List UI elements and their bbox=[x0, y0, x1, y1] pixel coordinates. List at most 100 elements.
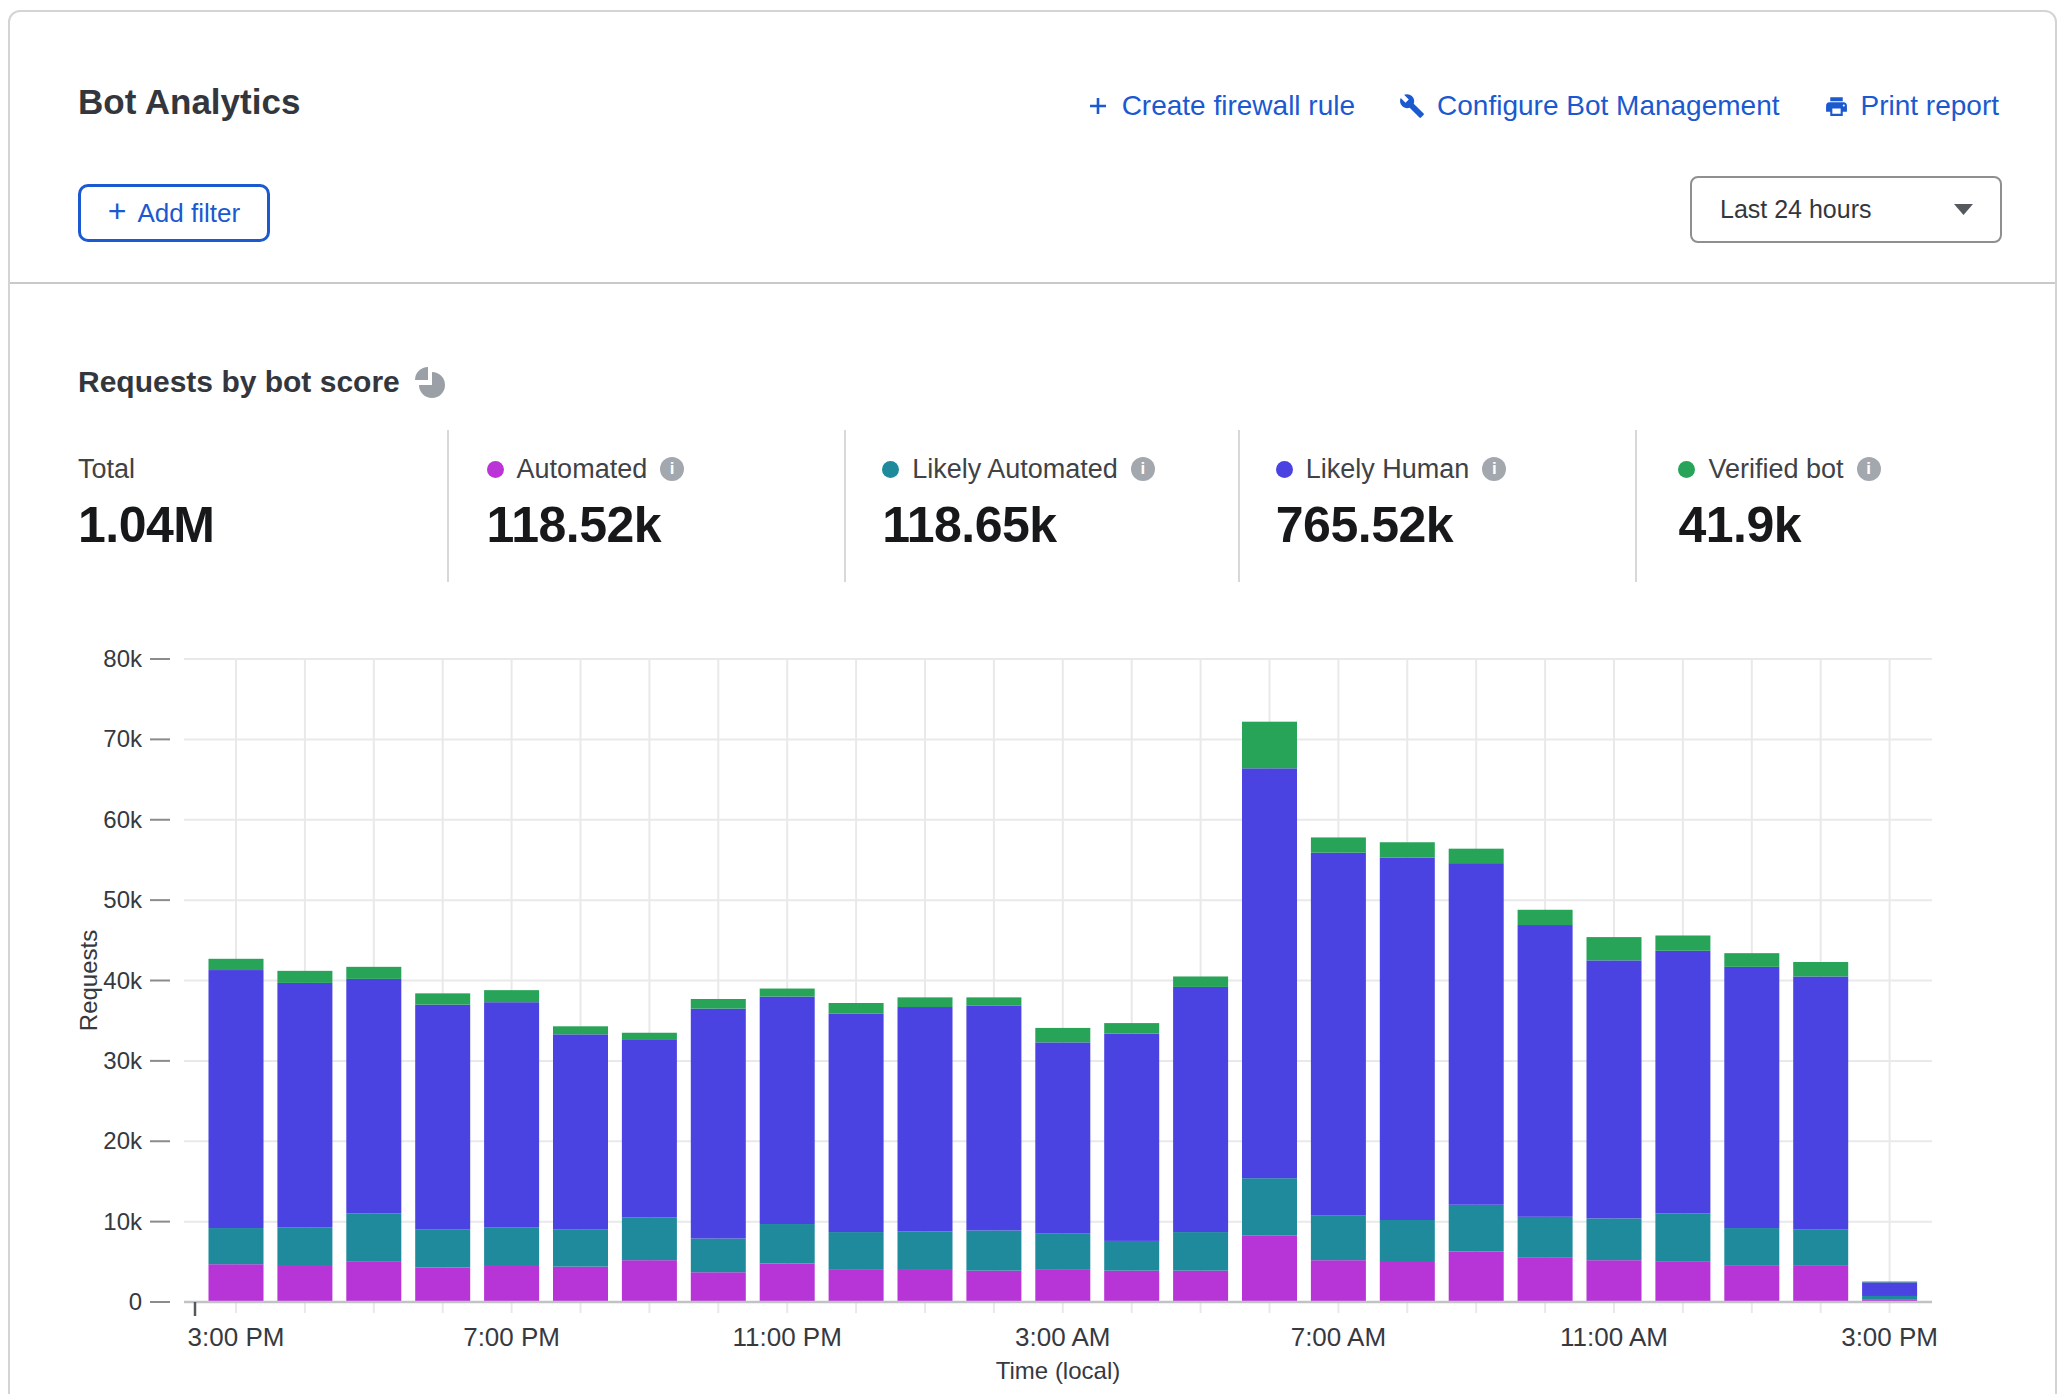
bar-segment-automated[interactable] bbox=[1104, 1271, 1159, 1302]
bar-segment-likely-human[interactable] bbox=[1104, 1034, 1159, 1241]
bar-segment-likely-automated[interactable] bbox=[760, 1224, 815, 1263]
bar-segment-likely-human[interactable] bbox=[277, 983, 332, 1227]
bar-segment-likely-automated[interactable] bbox=[1173, 1232, 1228, 1271]
bar-segment-verified-bot[interactable] bbox=[1380, 842, 1435, 857]
bar-segment-automated[interactable] bbox=[1173, 1271, 1228, 1302]
bar-segment-verified-bot[interactable] bbox=[1655, 935, 1710, 950]
bar-segment-likely-human[interactable] bbox=[829, 1013, 884, 1232]
bar-segment-likely-automated[interactable] bbox=[1587, 1218, 1642, 1260]
bar-segment-likely-automated[interactable] bbox=[553, 1230, 608, 1267]
bar-segment-likely-human[interactable] bbox=[898, 1007, 953, 1231]
time-range-select[interactable]: Last 24 hours bbox=[1690, 176, 2002, 243]
bar-segment-likely-human[interactable] bbox=[1793, 976, 1848, 1229]
bar-segment-automated[interactable] bbox=[553, 1267, 608, 1302]
bar-segment-automated[interactable] bbox=[1724, 1266, 1779, 1302]
bar-segment-verified-bot[interactable] bbox=[1518, 910, 1573, 925]
bar-segment-likely-automated[interactable] bbox=[346, 1214, 401, 1262]
bar-segment-likely-automated[interactable] bbox=[415, 1230, 470, 1268]
bar-segment-automated[interactable] bbox=[1587, 1260, 1642, 1302]
bar-segment-verified-bot[interactable] bbox=[898, 997, 953, 1007]
info-icon[interactable]: i bbox=[1482, 457, 1506, 481]
print-report-link[interactable]: Print report bbox=[1824, 90, 2000, 122]
bar-segment-automated[interactable] bbox=[277, 1265, 332, 1302]
bar-segment-automated[interactable] bbox=[1449, 1251, 1504, 1302]
bar-segment-verified-bot[interactable] bbox=[1242, 722, 1297, 769]
bar-segment-automated[interactable] bbox=[829, 1270, 884, 1302]
bar-segment-likely-human[interactable] bbox=[1518, 925, 1573, 1217]
bar-segment-likely-automated[interactable] bbox=[1380, 1220, 1435, 1261]
bar-segment-verified-bot[interactable] bbox=[1449, 849, 1504, 863]
bar-segment-automated[interactable] bbox=[760, 1263, 815, 1302]
bar-segment-automated[interactable] bbox=[1035, 1270, 1090, 1302]
bar-segment-likely-human[interactable] bbox=[1380, 858, 1435, 1220]
bar-segment-verified-bot[interactable] bbox=[829, 1003, 884, 1013]
bar-segment-likely-human[interactable] bbox=[346, 979, 401, 1214]
bar-segment-likely-human[interactable] bbox=[209, 970, 264, 1228]
bar-segment-likely-automated[interactable] bbox=[1104, 1241, 1159, 1271]
bar-segment-likely-automated[interactable] bbox=[484, 1227, 539, 1265]
bar-segment-verified-bot[interactable] bbox=[209, 959, 264, 970]
bar-segment-automated[interactable] bbox=[966, 1271, 1021, 1302]
bar-segment-likely-human[interactable] bbox=[622, 1040, 677, 1218]
bar-segment-likely-automated[interactable] bbox=[622, 1218, 677, 1261]
bar-segment-likely-automated[interactable] bbox=[966, 1230, 1021, 1270]
bar-segment-likely-human[interactable] bbox=[1035, 1042, 1090, 1233]
bar-segment-likely-automated[interactable] bbox=[1311, 1215, 1366, 1260]
bar-segment-verified-bot[interactable] bbox=[484, 990, 539, 1002]
bar-segment-automated[interactable] bbox=[1311, 1260, 1366, 1302]
bar-segment-likely-automated[interactable] bbox=[1518, 1217, 1573, 1258]
bar-segment-likely-automated[interactable] bbox=[277, 1227, 332, 1265]
info-icon[interactable]: i bbox=[1857, 457, 1881, 481]
bar-segment-likely-automated[interactable] bbox=[691, 1239, 746, 1273]
bar-segment-automated[interactable] bbox=[1518, 1258, 1573, 1302]
bar-segment-likely-automated[interactable] bbox=[1449, 1205, 1504, 1252]
bar-segment-likely-automated[interactable] bbox=[1724, 1228, 1779, 1266]
bar-segment-verified-bot[interactable] bbox=[760, 989, 815, 997]
bar-segment-likely-automated[interactable] bbox=[898, 1231, 953, 1269]
bar-segment-verified-bot[interactable] bbox=[622, 1033, 677, 1040]
bar-segment-likely-human[interactable] bbox=[1173, 987, 1228, 1232]
bar-segment-verified-bot[interactable] bbox=[415, 993, 470, 1004]
bar-segment-likely-human[interactable] bbox=[691, 1009, 746, 1239]
bar-segment-likely-automated[interactable] bbox=[1862, 1296, 1917, 1299]
bar-segment-verified-bot[interactable] bbox=[1311, 837, 1366, 852]
bar-segment-automated[interactable] bbox=[346, 1262, 401, 1302]
bar-segment-automated[interactable] bbox=[209, 1264, 264, 1302]
bar-segment-likely-human[interactable] bbox=[484, 1002, 539, 1227]
bar-segment-likely-human[interactable] bbox=[966, 1005, 1021, 1230]
bar-segment-automated[interactable] bbox=[1655, 1262, 1710, 1302]
create-firewall-rule-link[interactable]: Create firewall rule bbox=[1086, 90, 1355, 122]
bar-segment-likely-automated[interactable] bbox=[1655, 1214, 1710, 1262]
bar-segment-automated[interactable] bbox=[484, 1265, 539, 1302]
bar-segment-automated[interactable] bbox=[1793, 1266, 1848, 1302]
bar-segment-likely-human[interactable] bbox=[1311, 853, 1366, 1215]
info-icon[interactable]: i bbox=[660, 457, 684, 481]
bar-segment-likely-human[interactable] bbox=[1724, 967, 1779, 1228]
bar-segment-likely-human[interactable] bbox=[1655, 951, 1710, 1214]
bar-segment-verified-bot[interactable] bbox=[346, 967, 401, 979]
bar-segment-verified-bot[interactable] bbox=[1587, 937, 1642, 960]
bar-segment-automated[interactable] bbox=[1380, 1261, 1435, 1302]
bar-segment-likely-automated[interactable] bbox=[1035, 1234, 1090, 1270]
bar-segment-automated[interactable] bbox=[691, 1272, 746, 1302]
bar-segment-verified-bot[interactable] bbox=[553, 1026, 608, 1034]
bar-segment-likely-human[interactable] bbox=[1449, 863, 1504, 1205]
bar-segment-verified-bot[interactable] bbox=[1035, 1028, 1090, 1042]
bar-segment-verified-bot[interactable] bbox=[1173, 976, 1228, 986]
bar-segment-likely-human[interactable] bbox=[1242, 768, 1297, 1178]
add-filter-button[interactable]: + Add filter bbox=[78, 184, 270, 242]
bar-segment-verified-bot[interactable] bbox=[277, 971, 332, 983]
info-icon[interactable]: i bbox=[1131, 457, 1155, 481]
bar-segment-likely-human[interactable] bbox=[1862, 1282, 1917, 1296]
bar-segment-verified-bot[interactable] bbox=[1104, 1023, 1159, 1033]
bar-segment-automated[interactable] bbox=[415, 1267, 470, 1302]
bar-segment-automated[interactable] bbox=[1242, 1235, 1297, 1302]
bar-segment-likely-automated[interactable] bbox=[1242, 1178, 1297, 1235]
configure-bot-management-link[interactable]: Configure Bot Management bbox=[1399, 90, 1779, 122]
bar-segment-likely-automated[interactable] bbox=[829, 1232, 884, 1270]
bar-segment-automated[interactable] bbox=[622, 1260, 677, 1302]
bar-segment-verified-bot[interactable] bbox=[1793, 962, 1848, 976]
bar-segment-verified-bot[interactable] bbox=[691, 999, 746, 1009]
bar-segment-likely-automated[interactable] bbox=[209, 1228, 264, 1264]
bar-segment-verified-bot[interactable] bbox=[1724, 953, 1779, 967]
